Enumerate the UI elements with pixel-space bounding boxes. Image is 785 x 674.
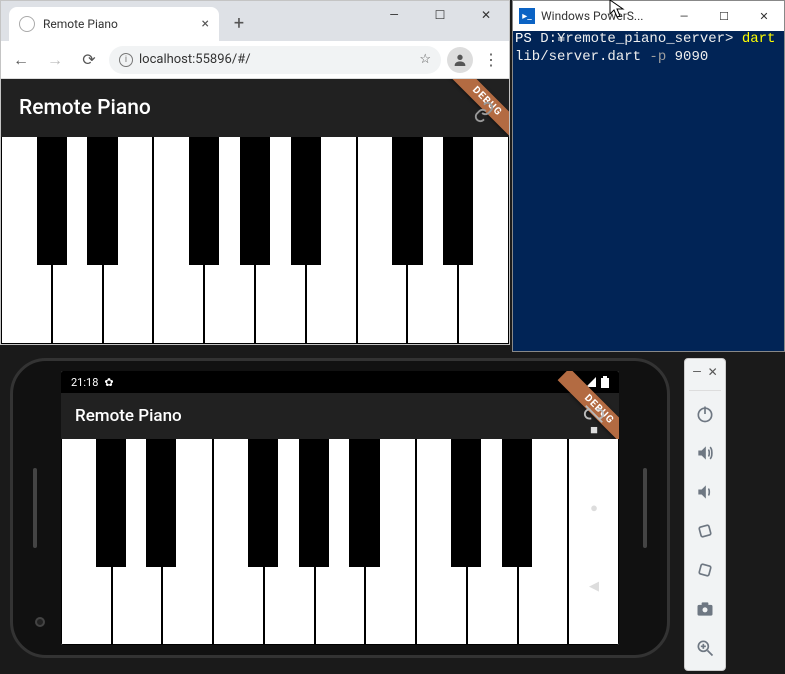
black-key[interactable] (451, 439, 481, 567)
black-key[interactable] (87, 137, 117, 265)
phone-app-title: Remote Piano (75, 406, 182, 426)
phone-app-bar: Remote Piano DEBUG (61, 393, 619, 439)
white-key[interactable] (568, 439, 619, 645)
tab-title: Remote Piano (43, 17, 118, 31)
window-minimize-button[interactable]: — (371, 1, 417, 29)
ps-minimize-button[interactable]: — (664, 1, 704, 31)
android-status-bar: 21:18 ✿ (61, 371, 619, 393)
rotate-right-button[interactable] (689, 552, 721, 588)
volume-down-button[interactable] (689, 474, 721, 510)
screenshot-button[interactable] (689, 591, 721, 627)
chrome-menu-button[interactable]: ⋮ (479, 50, 503, 69)
piano-keyboard (1, 137, 509, 344)
address-bar[interactable]: i localhost:55896/#/ ☆ (109, 46, 441, 74)
ps-port: 9090 (666, 49, 708, 65)
ps-command: dart (733, 31, 775, 47)
window-maximize-button[interactable]: ☐ (417, 1, 463, 29)
nav-back-button[interactable]: ◀ (589, 579, 599, 594)
app-bar: Remote Piano DEBUG (1, 79, 509, 137)
person-icon (452, 52, 468, 68)
browser-tab[interactable]: Remote Piano × (9, 7, 219, 41)
ps-flag: -p (641, 49, 666, 65)
app-title: Remote Piano (19, 96, 151, 120)
power-button[interactable] (689, 396, 721, 432)
emulator-container: 21:18 ✿ Remote Piano DEBUG ■ (10, 358, 726, 671)
phone-piano-keyboard (61, 439, 619, 645)
black-key[interactable] (96, 439, 126, 567)
black-key[interactable] (502, 439, 532, 567)
rotate-right-icon (695, 560, 715, 580)
tab-close-icon[interactable]: × (202, 16, 209, 32)
reload-button[interactable]: ⟳ (75, 46, 103, 74)
chrome-toolbar: ← → ⟳ i localhost:55896/#/ ☆ ⋮ (1, 41, 509, 79)
powershell-icon: ▸_ (519, 8, 535, 24)
chrome-titlebar: Remote Piano × + — ☐ ✕ (1, 1, 509, 41)
black-key[interactable] (443, 137, 473, 265)
emu-minimize-button[interactable]: — (692, 365, 701, 379)
black-key[interactable] (291, 137, 321, 265)
status-time: 21:18 (71, 376, 98, 389)
phone-screen: 21:18 ✿ Remote Piano DEBUG ■ (61, 371, 619, 645)
link-icon[interactable] (473, 101, 495, 129)
black-key[interactable] (240, 137, 270, 265)
bookmark-star-icon[interactable]: ☆ (419, 52, 431, 67)
ps-maximize-button[interactable]: ☐ (704, 1, 744, 31)
battery-icon (601, 376, 609, 388)
emu-close-button[interactable]: ✕ (708, 365, 718, 379)
zoom-button[interactable] (689, 630, 721, 666)
window-close-button[interactable]: ✕ (463, 1, 509, 29)
zoom-in-icon (695, 638, 715, 658)
emulator-toolbar: — ✕ (684, 358, 726, 671)
power-icon (695, 404, 715, 424)
rotate-left-icon (695, 521, 715, 541)
forward-button[interactable]: → (41, 46, 69, 74)
phone-frame: 21:18 ✿ Remote Piano DEBUG ■ (10, 358, 670, 658)
volume-down-icon (695, 482, 715, 502)
black-key[interactable] (392, 137, 422, 265)
black-key[interactable] (189, 137, 219, 265)
black-key[interactable] (248, 439, 278, 567)
powershell-titlebar: ▸_ Windows PowerS... — ☐ ✕ (513, 1, 784, 31)
black-key[interactable] (299, 439, 329, 567)
powershell-title: Windows PowerS... (541, 9, 643, 23)
profile-button[interactable] (447, 47, 473, 73)
rotate-left-button[interactable] (689, 513, 721, 549)
status-gear-icon: ✿ (104, 376, 113, 389)
chrome-window: Remote Piano × + — ☐ ✕ ← → ⟳ i localhost… (0, 0, 510, 345)
volume-up-icon (695, 443, 715, 463)
ps-cwd: D:¥remote_piano_server> (540, 31, 733, 47)
camera-dot (35, 617, 45, 627)
speaker-grille-left (33, 468, 37, 548)
ps-prompt: PS (515, 31, 540, 47)
flutter-web-app: Remote Piano DEBUG (1, 79, 509, 344)
url-text: localhost:55896/#/ (139, 52, 251, 67)
black-key[interactable] (37, 137, 67, 265)
new-tab-button[interactable]: + (225, 9, 253, 37)
camera-icon (695, 599, 715, 619)
black-key[interactable] (349, 439, 379, 567)
globe-favicon-icon (19, 16, 35, 32)
back-button[interactable]: ← (7, 46, 35, 74)
powershell-window: ▸_ Windows PowerS... — ☐ ✕ PS D:¥remote_… (512, 0, 785, 352)
speaker-grille-right (643, 468, 647, 548)
nav-home-button[interactable]: ● (590, 500, 598, 516)
volume-up-button[interactable] (689, 435, 721, 471)
terminal-output[interactable]: PS D:¥remote_piano_server> dart lib/serv… (513, 31, 784, 351)
black-key[interactable] (146, 439, 176, 567)
nav-overview-button[interactable]: ■ (590, 422, 598, 438)
ps-close-button[interactable]: ✕ (744, 1, 784, 31)
site-info-icon[interactable]: i (119, 53, 133, 67)
